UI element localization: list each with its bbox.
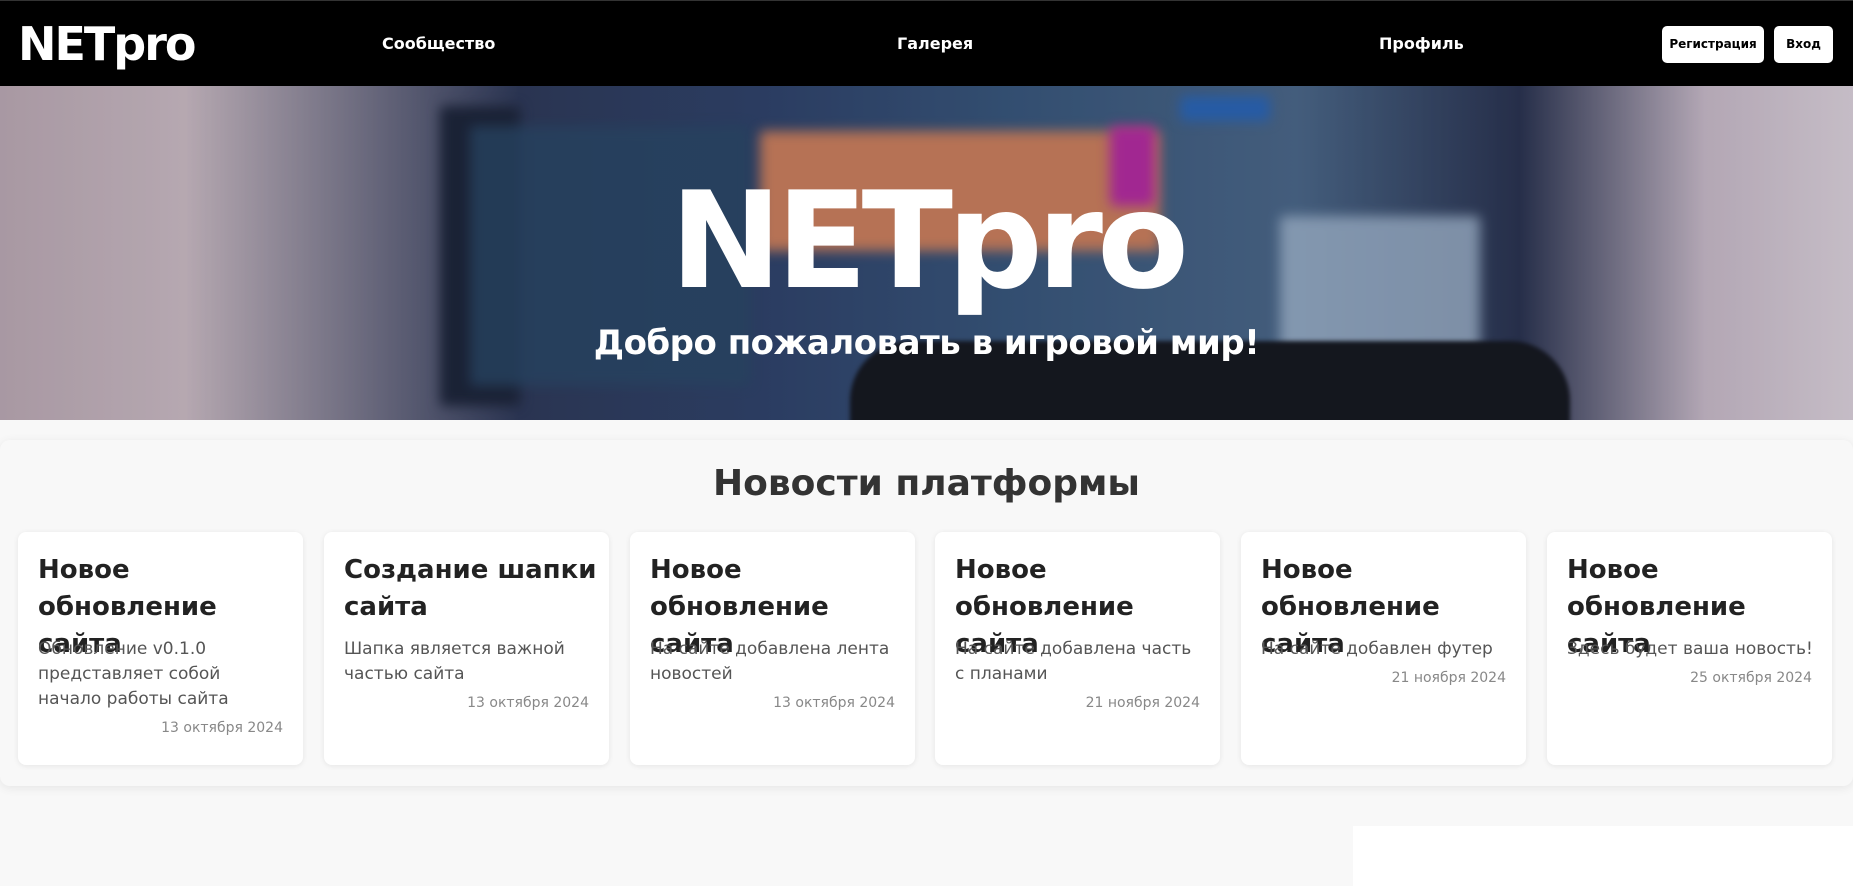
news-card-text: На сайте добавлена лента новостей (650, 639, 890, 684)
nav-link-community[interactable]: Сообщество (382, 34, 495, 54)
news-section-title: Новости платформы (713, 463, 1140, 504)
site-logo[interactable]: NETpro (18, 18, 197, 70)
register-button[interactable]: Регистрация (1662, 26, 1764, 63)
news-card-date: 13 октября 2024 (773, 695, 895, 711)
login-button[interactable]: Вход (1774, 26, 1833, 63)
news-card-text: Здесь будет ваша новость! (1567, 639, 1813, 659)
news-card[interactable]: Новое обновление сайта Обновление v0.1.0… (18, 532, 303, 765)
news-card-text: На сайте добавлена часть с планами (955, 639, 1192, 684)
news-card[interactable]: Новое обновление сайта Здесь будет ваша … (1547, 532, 1832, 765)
news-card-text: Обновление v0.1.0 представляет собой нач… (38, 639, 229, 709)
hero-subtitle: Добро пожаловать в игровой мир! (593, 323, 1260, 363)
news-card-date: 21 ноября 2024 (1085, 695, 1200, 711)
news-card[interactable]: Создание шапки сайта Шапка является важн… (324, 532, 609, 765)
nav-link-gallery[interactable]: Галерея (897, 34, 973, 54)
hero-title: NETpro (669, 163, 1189, 319)
news-card-text: На сайте добавлен футер (1261, 639, 1493, 659)
footer-panel (1353, 826, 1853, 886)
news-card-date: 13 октября 2024 (467, 695, 589, 711)
hero-banner: NETpro Добро пожаловать в игровой мир! (0, 86, 1853, 420)
news-card-text: Шапка является важной частью сайта (344, 639, 565, 684)
news-card[interactable]: Новое обновление сайта На сайте добавлен… (1241, 532, 1526, 765)
news-card[interactable]: Новое обновление сайта На сайте добавлен… (935, 532, 1220, 765)
news-card-date: 13 октября 2024 (161, 720, 283, 736)
news-card-date: 21 ноября 2024 (1391, 670, 1506, 686)
news-section: Новости платформы Новое обновление сайта… (0, 440, 1853, 786)
news-card-title: Создание шапки сайта (344, 555, 597, 622)
news-card-date: 25 октября 2024 (1690, 670, 1812, 686)
nav-link-profile[interactable]: Профиль (1379, 34, 1464, 54)
top-navigation-bar: NETpro Сообщество Галерея Профиль Регист… (0, 0, 1853, 86)
news-card[interactable]: Новое обновление сайта На сайте добавлен… (630, 532, 915, 765)
